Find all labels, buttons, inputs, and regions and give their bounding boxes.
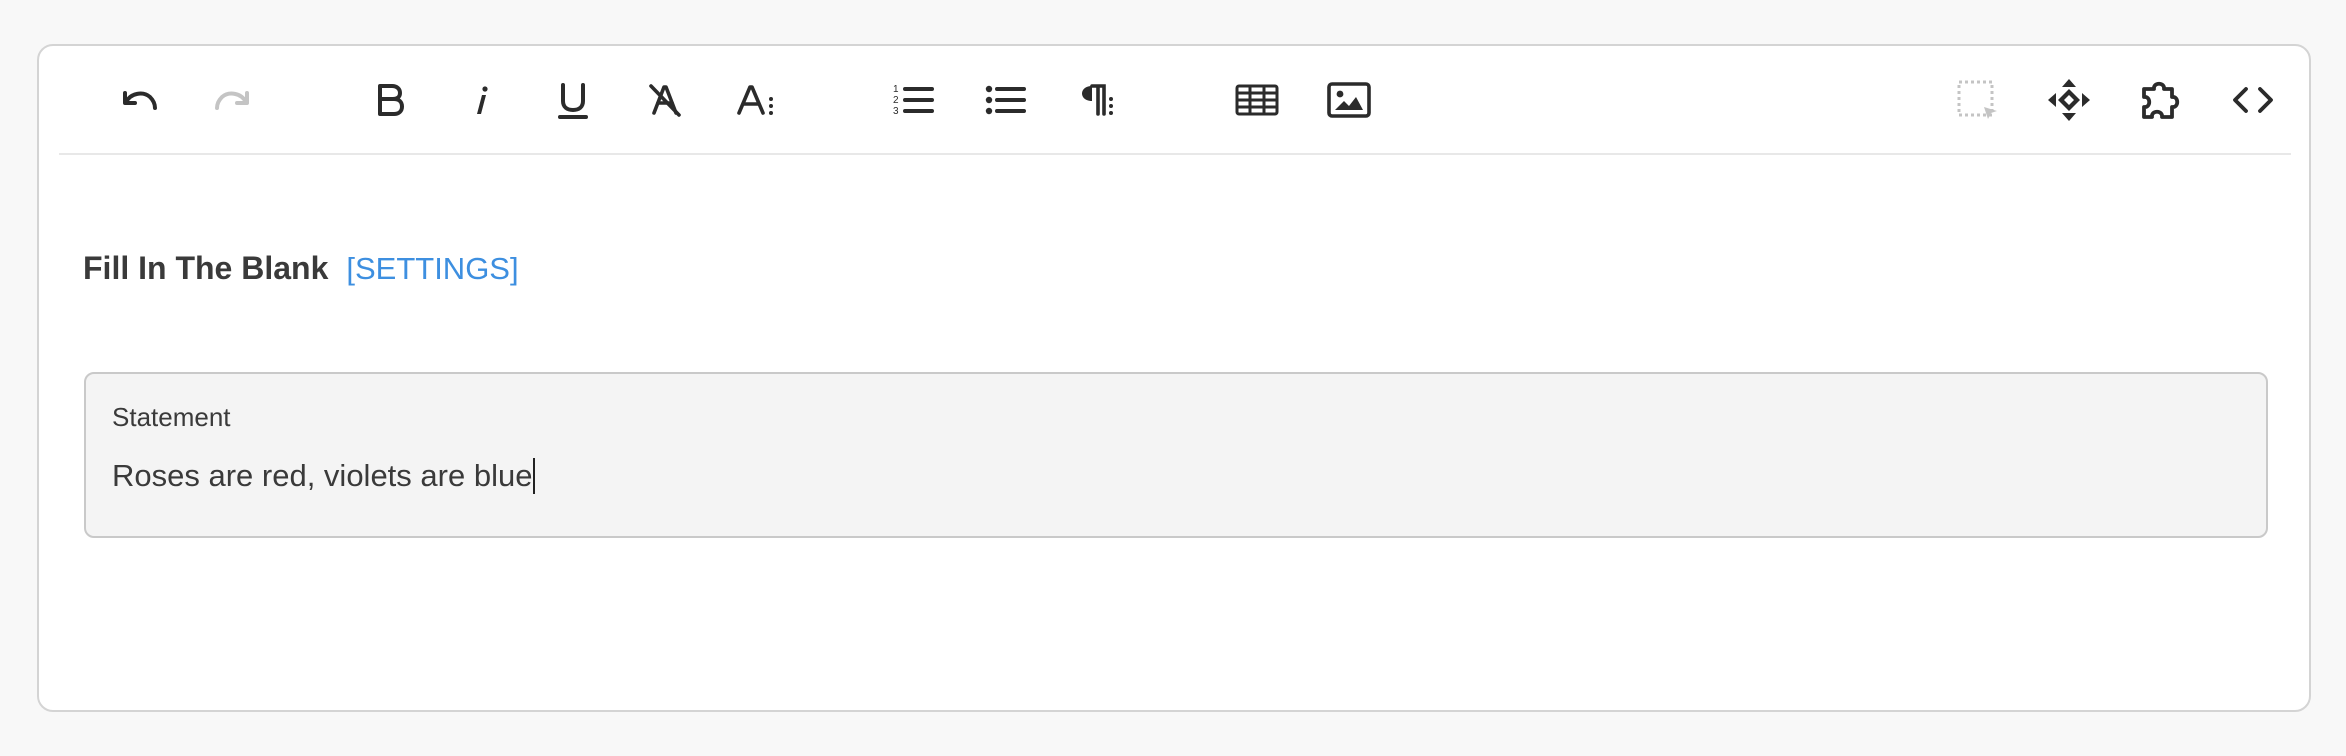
puzzle-icon [2142, 81, 2180, 119]
underline-button[interactable] [543, 70, 603, 130]
block-settings-link[interactable]: [SETTINGS] [346, 251, 518, 287]
rich-text-editor: 1 2 3 Fill In The Blank [SETTINGS] State… [37, 44, 2311, 712]
paragraph-menu-icon [1082, 84, 1113, 116]
italic-button[interactable] [451, 70, 511, 130]
bold-button[interactable] [359, 70, 419, 130]
redo-icon [215, 91, 249, 110]
statement-text: Roses are red, violets are blue [112, 458, 533, 493]
text-style-menu-button[interactable] [727, 70, 787, 130]
ordered-list-button[interactable]: 1 2 3 [883, 70, 943, 130]
block-header: Fill In The Blank [SETTINGS] [83, 250, 519, 294]
insert-table-button[interactable] [1227, 70, 1287, 130]
editor-toolbar: 1 2 3 [59, 46, 2291, 155]
ordered-list-icon: 1 2 3 [893, 84, 934, 117]
paragraph-menu-button[interactable] [1067, 70, 1127, 130]
svg-text:3: 3 [893, 106, 899, 117]
text-style-menu-icon [737, 85, 773, 115]
code-icon [2233, 87, 2273, 113]
italic-icon [477, 86, 488, 114]
svg-text:2: 2 [893, 95, 899, 106]
move-block-button[interactable] [2039, 70, 2099, 130]
source-code-button[interactable] [2223, 70, 2283, 130]
select-block-button[interactable] [1947, 70, 2007, 130]
statement-input[interactable]: Roses are red, violets are blue [112, 458, 536, 494]
clear-formatting-icon [649, 84, 681, 117]
svg-text:1: 1 [893, 84, 899, 95]
bullet-list-icon [985, 85, 1026, 115]
clear-formatting-button[interactable] [635, 70, 695, 130]
bullet-list-button[interactable] [975, 70, 1035, 130]
move-icon [2048, 79, 2090, 121]
statement-box[interactable]: Statement Roses are red, violets are blu… [84, 372, 2268, 538]
statement-label: Statement [112, 402, 231, 432]
redo-button[interactable] [202, 70, 262, 130]
image-icon [1327, 82, 1371, 118]
insert-image-button[interactable] [1319, 70, 1379, 130]
select-block-icon [1957, 80, 1997, 119]
underline-icon [558, 83, 588, 119]
bold-icon [378, 84, 404, 116]
block-title: Fill In The Blank [83, 250, 329, 286]
text-caret [533, 458, 536, 494]
plugin-button[interactable] [2131, 70, 2191, 130]
undo-button[interactable] [110, 70, 170, 130]
undo-icon [123, 91, 157, 110]
table-icon [1235, 84, 1279, 116]
